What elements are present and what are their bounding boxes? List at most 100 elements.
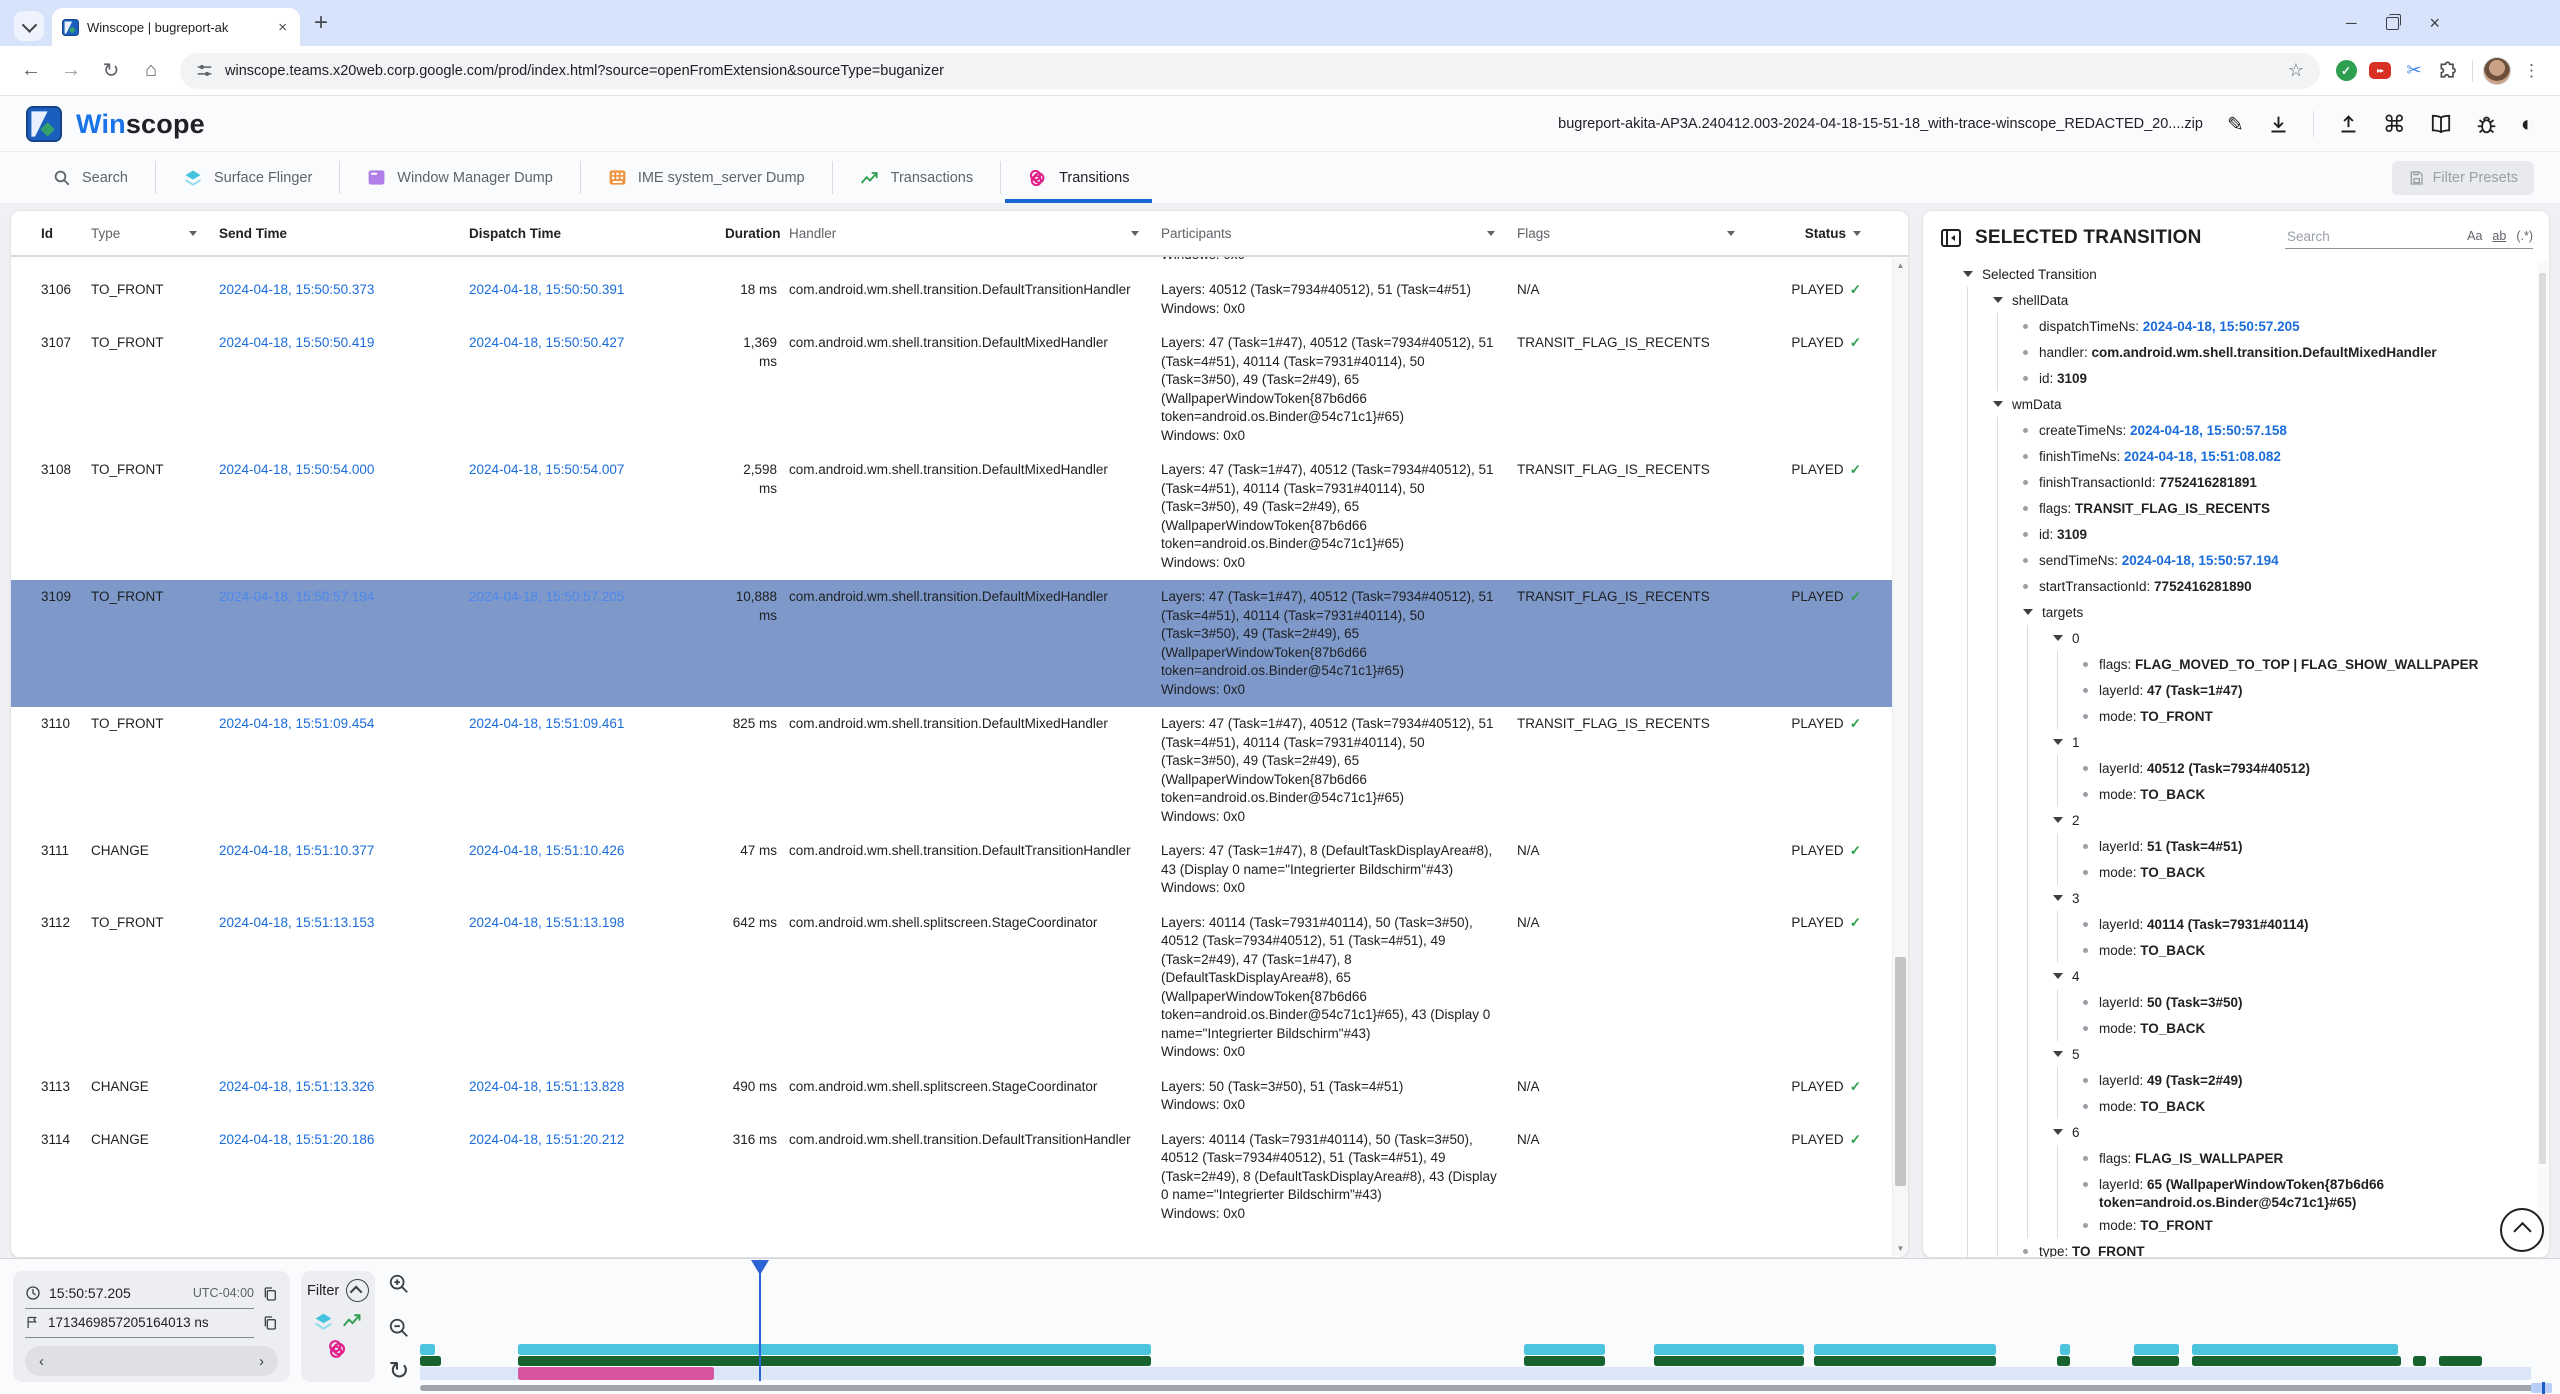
tab-search[interactable]: Search	[26, 152, 155, 203]
dispatch-time-link[interactable]: 2024-04-18, 15:51:10.426	[469, 842, 725, 898]
profile-avatar[interactable]	[2483, 57, 2511, 85]
tree-node-targets[interactable]: targets	[1939, 599, 2531, 625]
report-bug-icon[interactable]	[2476, 114, 2497, 135]
table-row-3113[interactable]: 3113 CHANGE 2024-04-18, 15:51:13.326 202…	[11, 1070, 1893, 1123]
dispatch-time-link[interactable]: 2024-04-18, 15:51:09.461	[469, 715, 725, 826]
panel-scrollbar[interactable]	[2537, 261, 2548, 1251]
expand-arrow-icon[interactable]	[2053, 1051, 2063, 1057]
send-time-link[interactable]: 2024-04-18, 15:50:57.194	[219, 588, 469, 699]
next-entry-button[interactable]: ›	[259, 1353, 264, 1370]
send-time-link[interactable]: 2024-04-18, 15:50:54.000	[219, 461, 469, 572]
filter-dropdown-icon[interactable]	[1853, 231, 1861, 236]
tab-transactions[interactable]: Transactions	[833, 152, 1000, 203]
dispatch-time-link[interactable]: 2024-04-18, 15:51:20.212	[469, 1131, 725, 1224]
scrollbar-thumb[interactable]	[1895, 957, 1906, 1187]
zoom-out-icon[interactable]	[388, 1317, 410, 1339]
filter-dropdown-icon[interactable]	[1727, 231, 1735, 236]
expand-arrow-icon[interactable]	[2023, 609, 2033, 615]
tree-node-wmdata[interactable]: wmData	[1939, 391, 2531, 417]
download-icon[interactable]	[2268, 114, 2289, 135]
extension-check-icon[interactable]: ✓	[2332, 60, 2360, 81]
expand-arrow-icon[interactable]	[2053, 739, 2063, 745]
zoom-in-icon[interactable]	[388, 1273, 410, 1295]
table-row-3107[interactable]: 3107 TO_FRONT 2024-04-18, 15:50:50.419 2…	[11, 326, 1893, 453]
tree-search-input[interactable]	[2285, 228, 2457, 245]
home-button[interactable]: ⌂	[134, 59, 168, 82]
tab-search-button[interactable]	[14, 11, 44, 41]
scroll-up-arrow[interactable]: ▲	[1893, 261, 1908, 270]
filter-dropdown-icon[interactable]	[1487, 231, 1495, 236]
expand-arrow-icon[interactable]	[1993, 401, 2003, 407]
table-row-3109[interactable]: 3109 TO_FRONT 2024-04-18, 15:50:57.194 2…	[11, 580, 1893, 707]
extension-video-speed-icon[interactable]: ▸▸	[2366, 62, 2394, 79]
surface-flinger-filter-icon[interactable]	[313, 1311, 334, 1332]
filter-dropdown-icon[interactable]	[189, 231, 197, 236]
bookmark-star-icon[interactable]: ☆	[2288, 60, 2304, 81]
column-header-status[interactable]: Status	[1757, 226, 1875, 241]
tree-node-1[interactable]: 1	[1939, 729, 2531, 755]
expand-arrow-icon[interactable]	[1963, 271, 1973, 277]
window-close-button[interactable]: ×	[2429, 13, 2440, 34]
minimap-cursor[interactable]	[2542, 1382, 2545, 1394]
tree-node-selected-transition[interactable]: Selected Transition	[1939, 261, 2531, 287]
expand-arrow-icon[interactable]	[2053, 635, 2063, 641]
collapse-filter-button[interactable]	[346, 1279, 369, 1302]
edit-icon[interactable]: ✎	[2227, 112, 2244, 137]
table-row-3114[interactable]: 3114 CHANGE 2024-04-18, 15:51:20.186 202…	[11, 1123, 1893, 1232]
reset-zoom-icon[interactable]: ↻	[389, 1361, 410, 1381]
tab-window-manager-dump[interactable]: Window Manager Dump	[340, 152, 580, 203]
transitions-filter-icon[interactable]	[327, 1338, 349, 1360]
dispatch-time-link[interactable]: 2024-04-18, 15:50:50.427	[469, 334, 725, 445]
collapse-panel-icon[interactable]	[1939, 226, 1963, 250]
reload-button[interactable]: ↻	[94, 58, 128, 83]
send-time-link[interactable]: 2024-04-18, 15:51:10.377	[219, 842, 469, 898]
transactions-filter-icon[interactable]	[342, 1311, 363, 1330]
panel-scrollbar-thumb[interactable]	[2539, 273, 2546, 1164]
window-restore-button[interactable]	[2386, 17, 2399, 30]
scroll-down-arrow[interactable]: ▼	[1893, 1244, 1908, 1253]
expand-arrow-icon[interactable]	[2053, 817, 2063, 823]
window-minimize-button[interactable]: ─	[2346, 15, 2357, 32]
tree-node-0[interactable]: 0	[1939, 625, 2531, 651]
filter-dropdown-icon[interactable]	[1131, 231, 1139, 236]
forward-button[interactable]: →	[54, 59, 88, 82]
tree-node-5[interactable]: 5	[1939, 1041, 2531, 1067]
timeline-cursor[interactable]	[759, 1260, 761, 1381]
timeline-tracks[interactable]	[420, 1259, 2552, 1393]
dispatch-time-link[interactable]: 2024-04-18, 15:50:54.007	[469, 461, 725, 572]
tab-transitions[interactable]: Transitions	[1001, 152, 1156, 203]
upload-icon[interactable]	[2338, 114, 2359, 135]
column-header-id[interactable]: Id	[41, 226, 91, 241]
copy-time-icon[interactable]	[262, 1286, 278, 1302]
address-bar[interactable]: winscope.teams.x20web.corp.google.com/pr…	[180, 53, 2320, 89]
send-time-link[interactable]: 2024-04-18, 15:51:20.186	[219, 1131, 469, 1224]
column-header-flags[interactable]: Flags	[1517, 226, 1757, 241]
expand-arrow-icon[interactable]	[2053, 895, 2063, 901]
timestamp-ns-field[interactable]: 1713469857205164013 ns	[25, 1308, 254, 1338]
dispatch-time-link[interactable]: 2024-04-18, 15:51:13.198	[469, 914, 725, 1062]
match-word-toggle[interactable]: ab	[2492, 229, 2506, 243]
theme-toggle-icon[interactable]: ◐	[2521, 111, 2534, 137]
filter-presets-button[interactable]: Filter Presets	[2392, 161, 2534, 195]
timeline-minimap[interactable]	[420, 1385, 2552, 1391]
back-button[interactable]: ←	[14, 59, 48, 82]
column-header-send-time[interactable]: Send Time	[219, 226, 469, 241]
dispatch-time-link[interactable]: 2024-04-18, 15:51:13.828	[469, 1078, 725, 1115]
tab-close-icon[interactable]: ×	[275, 19, 290, 36]
documentation-icon[interactable]	[2430, 114, 2452, 134]
column-header-participants[interactable]: Participants	[1161, 226, 1517, 241]
prev-entry-button[interactable]: ‹	[39, 1353, 44, 1370]
send-time-link[interactable]: 2024-04-18, 15:51:13.326	[219, 1078, 469, 1115]
scroll-to-top-button[interactable]	[2500, 1208, 2544, 1252]
table-row-3110[interactable]: 3110 TO_FRONT 2024-04-18, 15:51:09.454 2…	[11, 707, 1893, 834]
column-header-type[interactable]: Type	[91, 226, 219, 241]
browser-tab[interactable]: Winscope | bugreport-ak ×	[52, 8, 300, 46]
dispatch-time-link[interactable]: 2024-04-18, 15:50:57.205	[469, 588, 725, 699]
extensions-puzzle-icon[interactable]	[2434, 61, 2462, 81]
tree-node-2[interactable]: 2	[1939, 807, 2531, 833]
tree-node-3[interactable]: 3	[1939, 885, 2531, 911]
time-field[interactable]: 15:50:57.205 UTC-04:00	[25, 1279, 254, 1309]
table-row-3112[interactable]: 3112 TO_FRONT 2024-04-18, 15:51:13.153 2…	[11, 906, 1893, 1070]
tree-node-4[interactable]: 4	[1939, 963, 2531, 989]
tree-node-6[interactable]: 6	[1939, 1119, 2531, 1145]
